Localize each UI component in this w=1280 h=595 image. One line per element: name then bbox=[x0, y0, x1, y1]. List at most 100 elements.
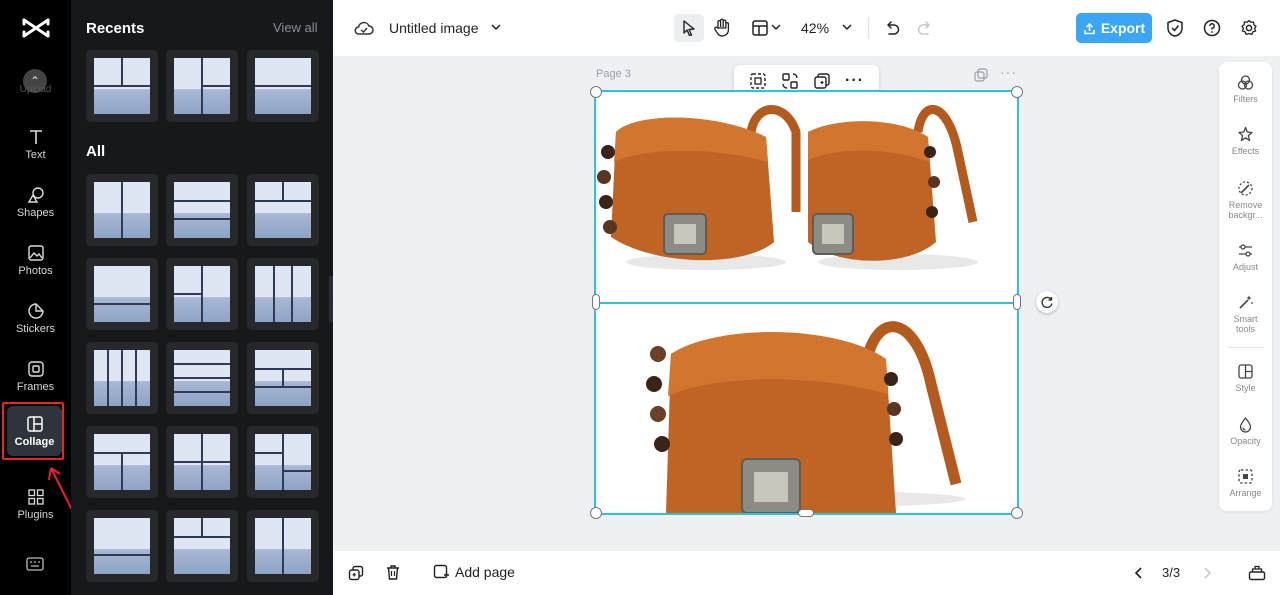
tool-arrange[interactable]: Arrange bbox=[1219, 468, 1272, 498]
resize-handle-right[interactable] bbox=[1013, 294, 1021, 310]
tool-remove-background[interactable]: Remove backgr... bbox=[1219, 180, 1272, 220]
chevron-left-icon[interactable] bbox=[1133, 566, 1143, 580]
collage-divider[interactable] bbox=[596, 302, 1017, 304]
cursor-icon bbox=[683, 20, 695, 36]
collage-cell-bottom[interactable] bbox=[596, 304, 1017, 513]
resize-handle-bottom-right[interactable] bbox=[1011, 507, 1023, 519]
page-indicator: 3/3 bbox=[1162, 565, 1181, 580]
adjust-icon bbox=[1239, 244, 1252, 257]
collage-template[interactable] bbox=[86, 510, 158, 582]
collage-template[interactable] bbox=[166, 258, 238, 330]
collage-template[interactable] bbox=[247, 510, 319, 582]
resize-handle-bottom[interactable] bbox=[798, 509, 814, 517]
collage-template[interactable] bbox=[247, 426, 319, 498]
tool-label: Filters bbox=[1233, 94, 1258, 104]
tool-smart-tools[interactable]: Smart tools bbox=[1219, 294, 1272, 334]
collage-template[interactable] bbox=[166, 342, 238, 414]
redo-icon[interactable] bbox=[916, 19, 934, 37]
collage-template[interactable] bbox=[166, 174, 238, 246]
rail-item-frames[interactable]: Frames bbox=[3, 350, 68, 402]
tool-label: Adjust bbox=[1232, 262, 1258, 272]
bottom-bar: Add page 3/3 bbox=[333, 551, 1280, 595]
view-all-link[interactable]: View all bbox=[273, 20, 318, 35]
collage-template[interactable] bbox=[86, 50, 158, 122]
tool-style[interactable]: Style bbox=[1219, 363, 1272, 393]
collage-template[interactable] bbox=[247, 174, 319, 246]
collage-template[interactable] bbox=[86, 174, 158, 246]
select-tool-button[interactable] bbox=[674, 14, 704, 42]
document-title[interactable]: Untitled image bbox=[389, 20, 479, 36]
tool-opacity[interactable]: Opacity bbox=[1219, 416, 1272, 446]
replace-icon[interactable] bbox=[781, 72, 799, 90]
tool-effects[interactable]: Effects bbox=[1219, 126, 1272, 156]
collage-template[interactable] bbox=[247, 258, 319, 330]
keyboard-icon[interactable] bbox=[26, 557, 44, 571]
resize-handle-top-right[interactable] bbox=[1011, 86, 1023, 98]
collage-template[interactable] bbox=[166, 50, 238, 122]
help-icon[interactable] bbox=[1203, 19, 1221, 37]
tool-label: Opacity bbox=[1230, 436, 1261, 446]
tool-label: Arrange bbox=[1229, 488, 1262, 498]
cloud-icon[interactable] bbox=[354, 19, 374, 37]
rotate-icon bbox=[1041, 296, 1053, 309]
chevron-down-icon[interactable] bbox=[841, 23, 853, 32]
hand-icon[interactable] bbox=[713, 18, 731, 38]
page-label: Page 3 bbox=[596, 68, 631, 80]
shield-icon[interactable] bbox=[1166, 18, 1184, 38]
rail-item-label: Photos bbox=[18, 264, 53, 277]
right-tools-panel: Filters Effects Remove backgr... Adjust … bbox=[1219, 62, 1272, 511]
undo-icon[interactable] bbox=[883, 19, 901, 37]
collage-template[interactable] bbox=[247, 342, 319, 414]
rail-item-photos[interactable]: Photos bbox=[3, 234, 68, 286]
duplicate-icon[interactable] bbox=[813, 72, 831, 90]
opacity-icon bbox=[1239, 416, 1252, 433]
shapes-icon bbox=[27, 186, 44, 203]
collage-cell-top-right[interactable] bbox=[808, 92, 1017, 302]
pages-panel-icon[interactable] bbox=[1248, 564, 1266, 581]
duplicate-icon[interactable] bbox=[348, 565, 364, 581]
rail-item-label: Frames bbox=[16, 380, 55, 393]
resize-handle-top-left[interactable] bbox=[590, 86, 602, 98]
collage-template[interactable] bbox=[86, 342, 158, 414]
duplicate-page-icon[interactable] bbox=[974, 68, 988, 82]
resize-handle-left[interactable] bbox=[592, 294, 600, 310]
layout-icon[interactable] bbox=[751, 19, 769, 37]
trash-icon[interactable] bbox=[385, 564, 401, 581]
more-icon[interactable]: ··· bbox=[845, 72, 864, 90]
chevron-down-icon[interactable] bbox=[490, 22, 502, 32]
collage-template[interactable] bbox=[247, 50, 319, 122]
gear-icon[interactable] bbox=[1240, 19, 1258, 37]
rail-item-text[interactable]: Text bbox=[3, 118, 68, 170]
plugins-icon bbox=[27, 488, 44, 505]
rail-item-plugins[interactable]: Plugins bbox=[3, 478, 68, 530]
add-page-label: Add page bbox=[455, 564, 515, 580]
add-page-button[interactable]: Add page bbox=[433, 564, 515, 580]
tool-adjust[interactable]: Adjust bbox=[1219, 242, 1272, 272]
divider bbox=[868, 17, 869, 39]
handbag-photo bbox=[808, 105, 978, 270]
collage-template[interactable] bbox=[86, 426, 158, 498]
rail-item-stickers[interactable]: Stickers bbox=[3, 292, 68, 344]
chevron-right-icon[interactable] bbox=[1203, 566, 1213, 580]
tool-label: Smart tools bbox=[1233, 314, 1258, 334]
left-rail: ⌃ Upload Text Shapes Photos Stickers Fra… bbox=[0, 0, 73, 595]
crop-select-icon[interactable] bbox=[749, 72, 767, 90]
chevron-down-icon[interactable] bbox=[771, 23, 781, 31]
upload-label: Upload bbox=[19, 84, 52, 95]
tool-label: Style bbox=[1235, 383, 1256, 393]
zoom-level[interactable]: 42% bbox=[801, 20, 829, 36]
rotate-handle[interactable] bbox=[1036, 291, 1058, 313]
resize-handle-bottom-left[interactable] bbox=[590, 507, 602, 519]
collage-cell-top-left[interactable] bbox=[596, 92, 806, 302]
photos-icon bbox=[27, 244, 44, 261]
tool-filters[interactable]: Filters bbox=[1219, 74, 1272, 104]
collage-template[interactable] bbox=[166, 510, 238, 582]
collage-template[interactable] bbox=[86, 258, 158, 330]
export-button[interactable]: Export bbox=[1076, 13, 1152, 43]
page-more-icon[interactable]: ··· bbox=[1000, 64, 1017, 80]
collage-template[interactable] bbox=[166, 426, 238, 498]
tool-label: Remove backgr... bbox=[1228, 200, 1263, 220]
rail-item-shapes[interactable]: Shapes bbox=[3, 176, 68, 228]
capcut-logo[interactable] bbox=[22, 16, 50, 40]
style-icon bbox=[1238, 364, 1253, 379]
